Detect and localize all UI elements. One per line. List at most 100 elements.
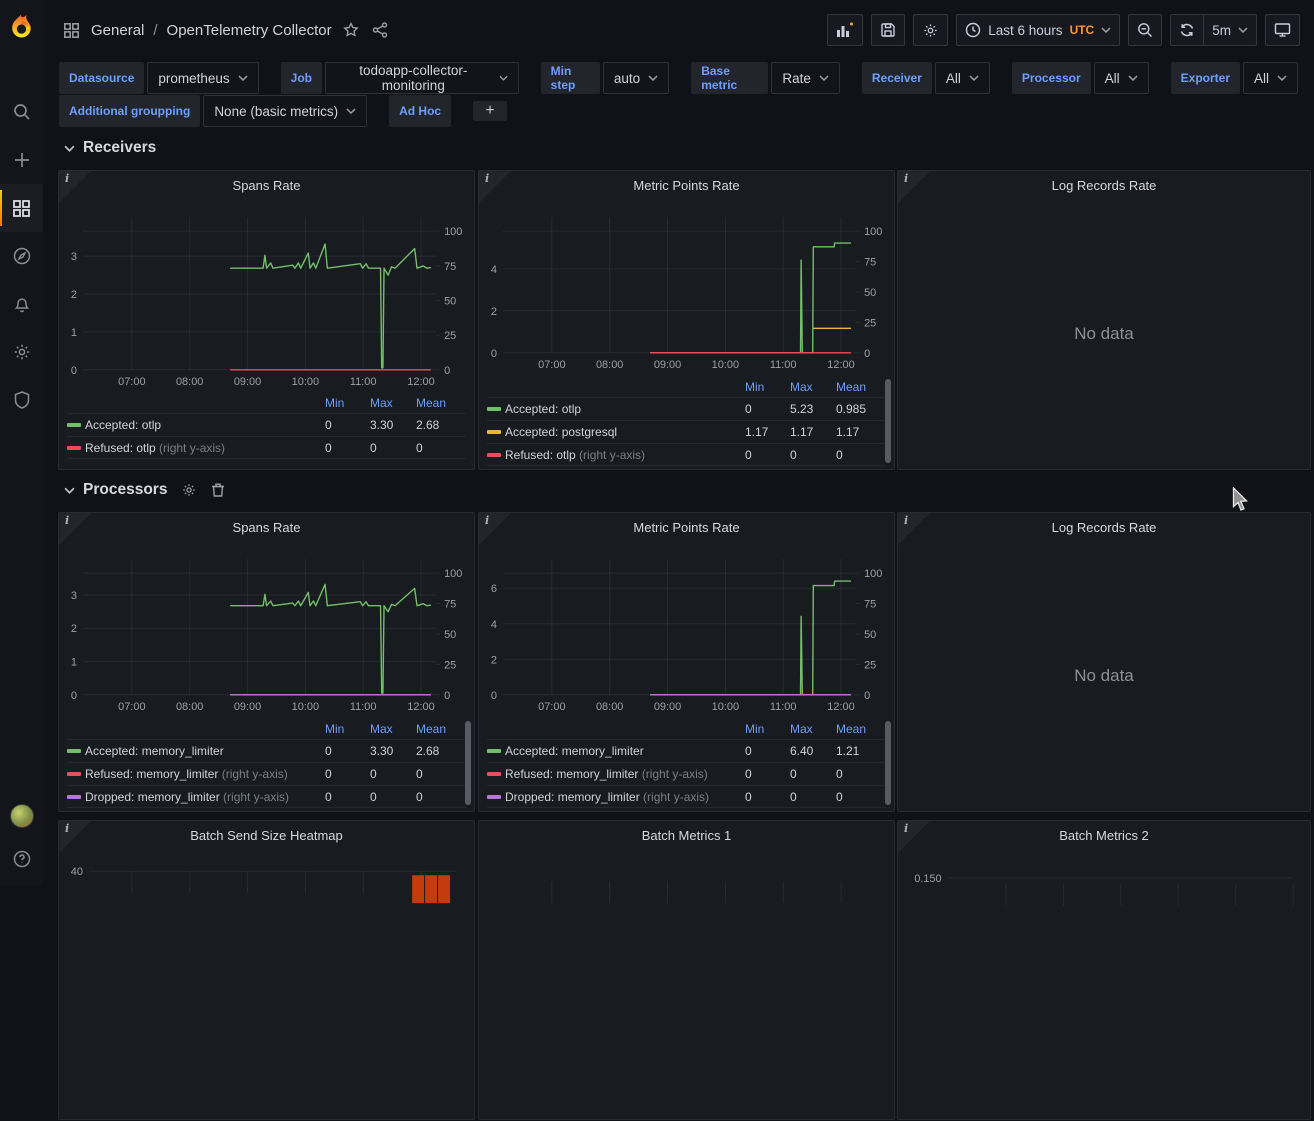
legend-scrollbar[interactable] [885, 379, 891, 463]
section-row-processors[interactable]: Processors [64, 481, 225, 499]
series-label[interactable]: Accepted: otlp [85, 418, 325, 432]
timeseries-chart[interactable]: 07:0008:0009:0010:0011:0012:000123025507… [59, 513, 474, 717]
section-title: Processors [83, 481, 167, 499]
legend-col-header[interactable]: Min [325, 722, 370, 736]
panel-processors-log-records-rate[interactable]: i Log Records Rate No data [897, 512, 1311, 812]
heatmap-chart[interactable]: 40 [59, 821, 474, 1121]
section-row-receivers[interactable]: Receivers [64, 139, 156, 157]
svg-text:2: 2 [491, 654, 497, 666]
panel-batch-send-size-heatmap[interactable]: i Batch Send Size Heatmap 40 [58, 820, 475, 1120]
variable-value-dropdown[interactable]: auto [603, 62, 669, 94]
legend-col-header[interactable]: Max [370, 722, 416, 736]
panel-title[interactable]: Batch Send Size Heatmap [59, 828, 474, 843]
variable-value-dropdown[interactable]: Rate [771, 62, 840, 94]
variable-value-dropdown[interactable]: todoapp-collector-monitoring [325, 62, 519, 94]
svg-text:0: 0 [864, 348, 870, 360]
timeseries-chart[interactable] [479, 821, 894, 1121]
series-label[interactable]: Accepted: memory_limiter [85, 744, 325, 758]
legend-col-header[interactable]: Mean [836, 380, 886, 394]
breadcrumb-folder[interactable]: General [91, 22, 144, 39]
sidebar-item-alerting[interactable] [0, 280, 43, 328]
sidebar-item-explore[interactable] [0, 232, 43, 280]
sidebar-item-server-admin[interactable] [0, 376, 43, 424]
zoom-out-time-button[interactable] [1128, 14, 1162, 46]
panel-batch-metrics-2[interactable]: i Batch Metrics 2 0.150 [897, 820, 1311, 1120]
dashboard-variable: Min stepauto [541, 62, 670, 94]
legend-col-header[interactable]: Mean [416, 396, 466, 410]
series-label[interactable]: Accepted: memory_limiter [505, 744, 745, 758]
sidebar-item-create[interactable] [0, 136, 43, 184]
variable-value-dropdown[interactable]: All [935, 62, 990, 94]
series-label[interactable]: Dropped: memory_limiter (right y-axis) [505, 790, 745, 804]
grafana-logo[interactable] [0, 0, 43, 52]
timeseries-chart[interactable]: 0.150 [898, 821, 1310, 1121]
series-label[interactable]: Accepted: otlp [505, 402, 745, 416]
panel-title[interactable]: Batch Metrics 2 [898, 828, 1310, 843]
legend-scrollbar[interactable] [465, 721, 471, 805]
legend-row: Dropped: memory_limiter (right y-axis)00… [487, 785, 886, 808]
variable-label: Exporter [1171, 62, 1240, 94]
share-button[interactable] [370, 20, 390, 40]
timeseries-chart[interactable]: 07:0008:0009:0010:0011:0012:000246025507… [479, 513, 894, 717]
panel-title[interactable]: Log Records Rate [898, 178, 1310, 193]
panel-receivers-metric-points-rate[interactable]: i Metric Points Rate 07:0008:0009:0010:0… [478, 170, 895, 470]
panel-title[interactable]: Metric Points Rate [479, 520, 894, 535]
sidebar-item-dashboards[interactable] [0, 184, 43, 232]
variable-value-dropdown[interactable]: All [1094, 62, 1149, 94]
variable-label: Ad Hoc [389, 95, 451, 127]
panel-batch-metrics-1[interactable]: Batch Metrics 1 [478, 820, 895, 1120]
add-panel-button[interactable] [827, 14, 863, 46]
time-range-picker[interactable]: Last 6 hours UTC [956, 14, 1120, 46]
sidebar-item-configuration[interactable] [0, 328, 43, 376]
row-settings-button[interactable] [181, 482, 197, 498]
legend-col-header[interactable]: Max [790, 722, 836, 736]
legend-col-header[interactable]: Max [790, 380, 836, 394]
panel-processors-metric-points-rate[interactable]: i Metric Points Rate 07:0008:0009:0010:0… [478, 512, 895, 812]
series-label[interactable]: Refused: otlp (right y-axis) [505, 448, 745, 462]
panel-legend: MinMaxMeanAccepted: otlp03.302.68Refused… [67, 393, 466, 459]
adhoc-filter-add-button[interactable]: + [473, 101, 507, 121]
panel-receivers-spans-rate[interactable]: i Spans Rate 07:0008:0009:0010:0011:0012… [58, 170, 475, 470]
user-avatar[interactable] [10, 804, 34, 828]
variable-value-dropdown[interactable]: All [1243, 62, 1298, 94]
save-dashboard-button[interactable] [871, 14, 905, 46]
legend-col-header[interactable]: Max [370, 396, 416, 410]
favorite-star-button[interactable] [341, 20, 361, 40]
panel-title[interactable]: Spans Rate [59, 178, 474, 193]
panel-processors-spans-rate[interactable]: i Spans Rate 07:0008:0009:0010:0011:0012… [58, 512, 475, 812]
legend-scrollbar[interactable] [885, 721, 891, 805]
panel-title[interactable]: Log Records Rate [898, 520, 1310, 535]
svg-text:10:00: 10:00 [292, 701, 319, 713]
series-label[interactable]: Accepted: postgresql [505, 425, 745, 439]
timeseries-chart[interactable]: 07:0008:0009:0010:0011:0012:000123025507… [59, 171, 474, 392]
sidebar-item-help[interactable] [0, 842, 43, 876]
panel-title[interactable]: Spans Rate [59, 520, 474, 535]
variable-value-dropdown[interactable]: prometheus [147, 62, 258, 94]
legend-col-header[interactable]: Mean [416, 722, 466, 736]
legend-mean-value: 0 [836, 448, 886, 462]
panel-receivers-log-records-rate[interactable]: i Log Records Rate No data [897, 170, 1311, 470]
series-label[interactable]: Refused: memory_limiter (right y-axis) [505, 767, 745, 781]
sidebar-item-search[interactable] [0, 88, 43, 136]
svg-text:100: 100 [444, 568, 462, 580]
legend-col-header[interactable]: Min [745, 380, 790, 394]
legend-col-header[interactable]: Min [325, 396, 370, 410]
svg-text:12:00: 12:00 [407, 701, 434, 713]
refresh-button[interactable] [1170, 14, 1204, 46]
panel-title[interactable]: Metric Points Rate [479, 178, 894, 193]
panel-title[interactable]: Batch Metrics 1 [479, 828, 894, 843]
timeseries-chart[interactable]: 07:0008:0009:0010:0011:0012:000240255075… [479, 171, 894, 375]
series-label[interactable]: Refused: otlp (right y-axis) [85, 441, 325, 455]
series-label[interactable]: Refused: memory_limiter (right y-axis) [85, 767, 325, 781]
grafana-flame-icon [8, 13, 35, 40]
refresh-interval-picker[interactable]: 5m [1204, 14, 1257, 46]
variable-value-dropdown[interactable]: None (basic metrics) [203, 95, 367, 127]
breadcrumb-dashboard-title[interactable]: OpenTelemetry Collector [167, 22, 332, 39]
kiosk-mode-button[interactable] [1265, 14, 1300, 46]
legend-col-header[interactable]: Mean [836, 722, 886, 736]
series-label[interactable]: Dropped: memory_limiter (right y-axis) [85, 790, 325, 804]
dashboard-settings-button[interactable] [913, 14, 948, 46]
legend-header-row: MinMaxMean [487, 377, 886, 397]
legend-col-header[interactable]: Min [745, 722, 790, 736]
row-delete-button[interactable] [211, 482, 225, 498]
